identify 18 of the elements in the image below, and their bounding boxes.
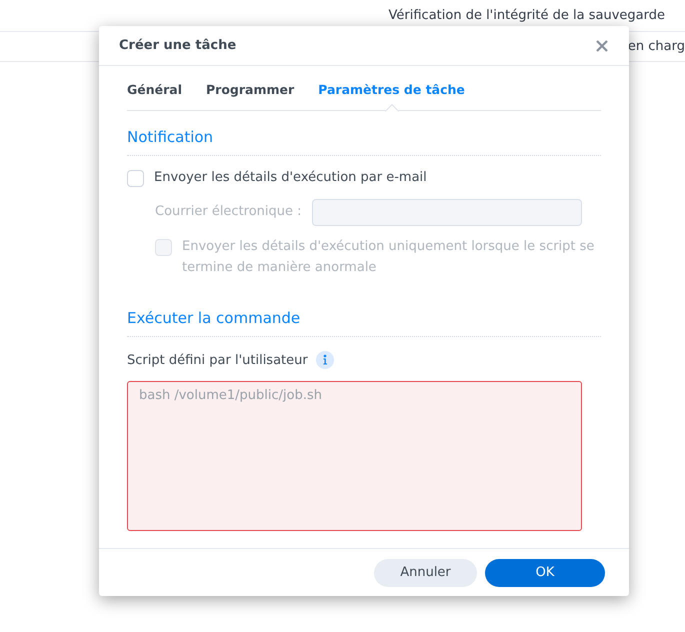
section-heading: Exécuter la commande: [127, 308, 300, 326]
table-cell-text: en charg: [628, 38, 685, 56]
checkbox[interactable]: [127, 170, 144, 187]
field-label: Script défini par l'utilisateur: [127, 352, 308, 370]
table-cell-text: Vérification de l'intégrité de la sauvegarde: [388, 6, 665, 25]
dialog-title: Créer une tâche: [119, 36, 236, 55]
info-icon[interactable]: [316, 351, 334, 370]
close-icon[interactable]: [595, 38, 609, 52]
section-heading: Notification: [127, 128, 214, 146]
tab[interactable]: Programmer: [206, 81, 294, 100]
field-label: Courrier électronique :: [155, 203, 302, 222]
checkbox-label: Envoyer les détails d'exécution uniquement lorsque le script se termine de manière anormale: [182, 238, 596, 276]
ok-button[interactable]: OK: [485, 558, 605, 586]
script-field[interactable]: bash /volume1/public/job.sh: [127, 381, 582, 531]
checkbox-label: Envoyer les détails d'exécution par e-mail: [154, 169, 427, 187]
tab[interactable]: Général: [127, 81, 182, 100]
tab[interactable]: Paramètres de tâche: [318, 81, 465, 100]
cancel-button[interactable]: Annuler: [374, 558, 477, 586]
